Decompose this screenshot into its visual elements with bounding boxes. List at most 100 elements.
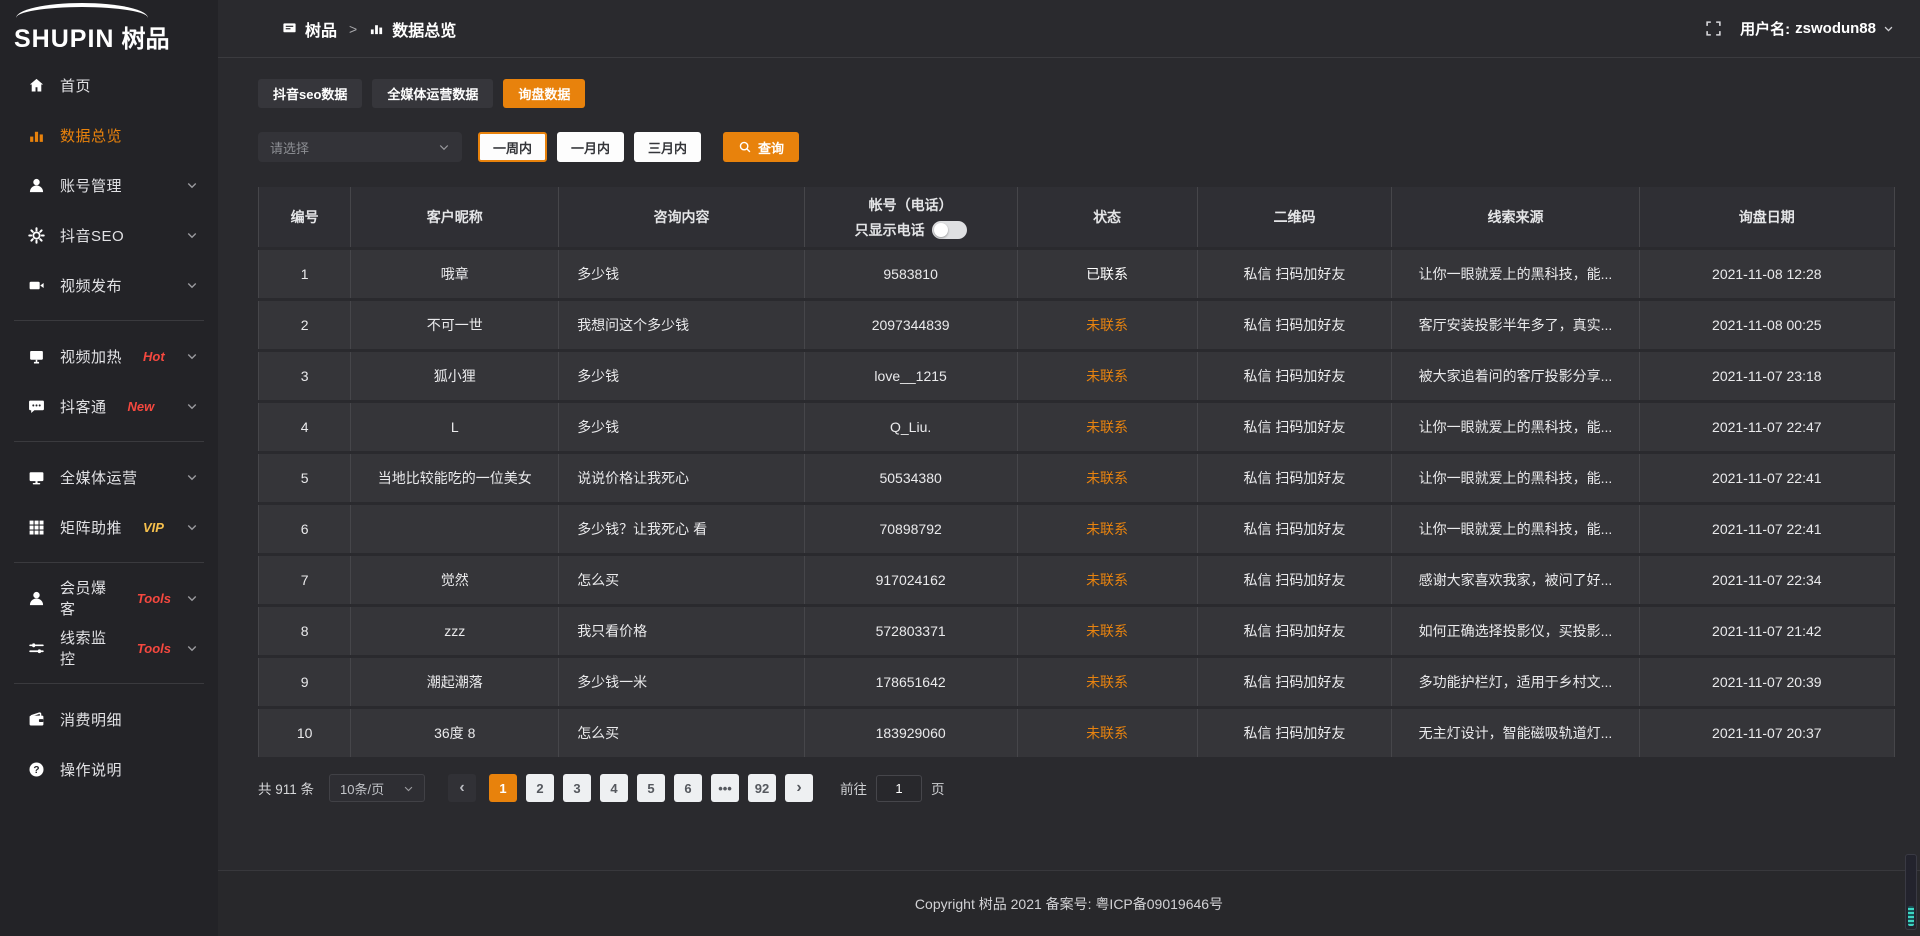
sidebar: SHUPIN 树品 首页 数据总览 账号管理 抖音SEO [0, 0, 218, 936]
source-link[interactable]: 被大家追着问的客厅投影分享... [1392, 352, 1639, 400]
gear-icon [28, 227, 45, 244]
page-button-92[interactable]: 92 [748, 774, 776, 802]
sidebar-item-lead-monitor[interactable]: 线索监控 Tools [0, 623, 218, 673]
scrollbar-thumb[interactable] [1908, 906, 1914, 926]
cell-account: 50534380 [805, 454, 1018, 502]
page-button-3[interactable]: 3 [563, 774, 591, 802]
cell-nickname: 潮起潮落 [351, 658, 559, 706]
cell-id: 10 [258, 709, 351, 757]
cell-id: 5 [258, 454, 351, 502]
divider [14, 441, 204, 442]
cell-id: 8 [258, 607, 351, 655]
cell-content: 怎么买 [559, 556, 805, 604]
goto-label: 前往 [840, 778, 867, 798]
user-menu[interactable]: 用户名: zswodun88 [1740, 18, 1894, 39]
scrollbar[interactable] [1905, 854, 1917, 930]
qrcode-link[interactable]: 私信 扫码加好友 [1198, 607, 1393, 655]
column-header-id: 编号 [258, 187, 351, 247]
breadcrumb-item[interactable]: 树品 [305, 17, 337, 41]
sidebar-item-matrix-boost[interactable]: 矩阵助推 VIP [0, 502, 218, 552]
page-button-5[interactable]: 5 [637, 774, 665, 802]
tab-douyin-seo-data[interactable]: 抖音seo数据 [258, 79, 362, 108]
column-header-status: 状态 [1018, 187, 1198, 247]
period-week-button[interactable]: 一周内 [478, 132, 547, 162]
query-button[interactable]: 查询 [723, 132, 799, 162]
status-badge: 未联系 [1018, 658, 1198, 706]
qrcode-link[interactable]: 私信 扫码加好友 [1198, 250, 1393, 298]
cell-account: 70898792 [805, 505, 1018, 553]
cell-account: 2097344839 [805, 301, 1018, 349]
sidebar-item-data-overview[interactable]: 数据总览 [0, 110, 218, 160]
qrcode-link[interactable]: 私信 扫码加好友 [1198, 505, 1393, 553]
brand-logo[interactable]: SHUPIN 树品 [0, 0, 218, 58]
phone-only-toggle[interactable] [932, 221, 967, 239]
sidebar-item-label: 操作说明 [60, 759, 122, 780]
source-link[interactable]: 多功能护栏灯，适用于乡村文... [1392, 658, 1639, 706]
copyright-text: Copyright 树品 2021 备案号: 粤ICP备09019646号 [915, 894, 1223, 914]
page-button-4[interactable]: 4 [600, 774, 628, 802]
qrcode-link[interactable]: 私信 扫码加好友 [1198, 352, 1393, 400]
sidebar-item-douyin-seo[interactable]: 抖音SEO [0, 210, 218, 260]
tab-inquiry-data[interactable]: 询盘数据 [503, 79, 585, 108]
sidebar-item-account-mgmt[interactable]: 账号管理 [0, 160, 218, 210]
chevron-down-icon [186, 642, 198, 654]
table-row: 1 哦章 多少钱 9583810 已联系 私信 扫码加好友 让你一眼就爱上的黑科… [258, 250, 1895, 298]
source-link[interactable]: 让你一眼就爱上的黑科技，能... [1392, 403, 1639, 451]
qrcode-link[interactable]: 私信 扫码加好友 [1198, 658, 1393, 706]
cell-content: 多少钱 [559, 403, 805, 451]
cell-account: 572803371 [805, 607, 1018, 655]
source-link[interactable]: 感谢大家喜欢我家，被问了好... [1392, 556, 1639, 604]
sidebar-item-spend-detail[interactable]: 消费明细 [0, 694, 218, 744]
page-size-select[interactable]: 10条/页 [329, 774, 425, 802]
divider [14, 562, 204, 563]
board-icon [282, 21, 297, 36]
period-month-button[interactable]: 一月内 [557, 132, 624, 162]
sliders-icon [28, 640, 45, 657]
qrcode-link[interactable]: 私信 扫码加好友 [1198, 709, 1393, 757]
person-icon [28, 590, 45, 607]
sidebar-item-video-publish[interactable]: 视频发布 [0, 260, 218, 310]
cell-content: 多少钱一米 [559, 658, 805, 706]
column-header-account: 帐号（电话） 只显示电话 [805, 187, 1018, 247]
more-pages-button[interactable]: ••• [711, 774, 739, 802]
chevron-down-icon [186, 400, 198, 412]
cell-id: 3 [258, 352, 351, 400]
qrcode-link[interactable]: 私信 扫码加好友 [1198, 454, 1393, 502]
cell-content: 我想问这个多少钱 [559, 301, 805, 349]
sidebar-item-help[interactable]: ? 操作说明 [0, 744, 218, 794]
next-page-icon: › [796, 780, 801, 796]
source-link[interactable]: 无主灯设计，智能磁吸轨道灯... [1392, 709, 1639, 757]
status-badge: 未联系 [1018, 709, 1198, 757]
cell-date: 2021-11-07 22:41 [1640, 505, 1895, 553]
period-quarter-button[interactable]: 三月内 [634, 132, 701, 162]
next-page-button[interactable]: › [785, 774, 813, 802]
account-select[interactable]: 请选择 [258, 132, 462, 162]
prev-page-button[interactable]: ‹ [448, 774, 476, 802]
tab-omni-media-data[interactable]: 全媒体运营数据 [372, 79, 493, 108]
cell-date: 2021-11-07 20:37 [1640, 709, 1895, 757]
source-link[interactable]: 客厅安装投影半年多了，真实... [1392, 301, 1639, 349]
page-button-6[interactable]: 6 [674, 774, 702, 802]
page-button-1[interactable]: 1 [489, 774, 517, 802]
sidebar-item-member-burst[interactable]: 会员爆客 Tools [0, 573, 218, 623]
question-icon: ? [28, 761, 45, 778]
source-link[interactable]: 如何正确选择投影仪，买投影... [1392, 607, 1639, 655]
goto-page-input[interactable] [876, 775, 922, 802]
inquiry-table: 编号 客户昵称 咨询内容 帐号（电话） 只显示电话 状态 二维码 线索来源 [258, 184, 1895, 760]
sidebar-item-home[interactable]: 首页 [0, 60, 218, 110]
qrcode-link[interactable]: 私信 扫码加好友 [1198, 556, 1393, 604]
sidebar-item-omni-media[interactable]: 全媒体运营 [0, 452, 218, 502]
qrcode-link[interactable]: 私信 扫码加好友 [1198, 403, 1393, 451]
source-link[interactable]: 让你一眼就爱上的黑科技，能... [1392, 250, 1639, 298]
fullscreen-icon[interactable] [1705, 20, 1722, 37]
qrcode-link[interactable]: 私信 扫码加好友 [1198, 301, 1393, 349]
sidebar-item-label: 线索监控 [60, 627, 116, 669]
cell-date: 2021-11-07 22:47 [1640, 403, 1895, 451]
sidebar-item-video-heat[interactable]: 视频加热 Hot [0, 331, 218, 381]
cell-id: 7 [258, 556, 351, 604]
sidebar-item-douketong[interactable]: 抖客通 New [0, 381, 218, 431]
source-link[interactable]: 让你一眼就爱上的黑科技，能... [1392, 454, 1639, 502]
monitor-icon [28, 348, 45, 365]
source-link[interactable]: 让你一眼就爱上的黑科技，能... [1392, 505, 1639, 553]
page-button-2[interactable]: 2 [526, 774, 554, 802]
